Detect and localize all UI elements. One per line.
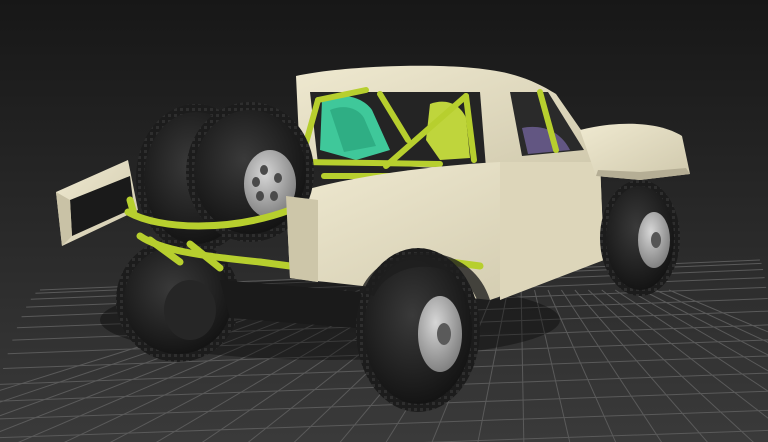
front-right-wheel[interactable] [600, 180, 680, 296]
3d-viewport[interactable] [0, 0, 768, 442]
rear-body-block [286, 196, 318, 282]
viewport-canvas[interactable] [0, 0, 768, 442]
front-fender [580, 123, 690, 180]
